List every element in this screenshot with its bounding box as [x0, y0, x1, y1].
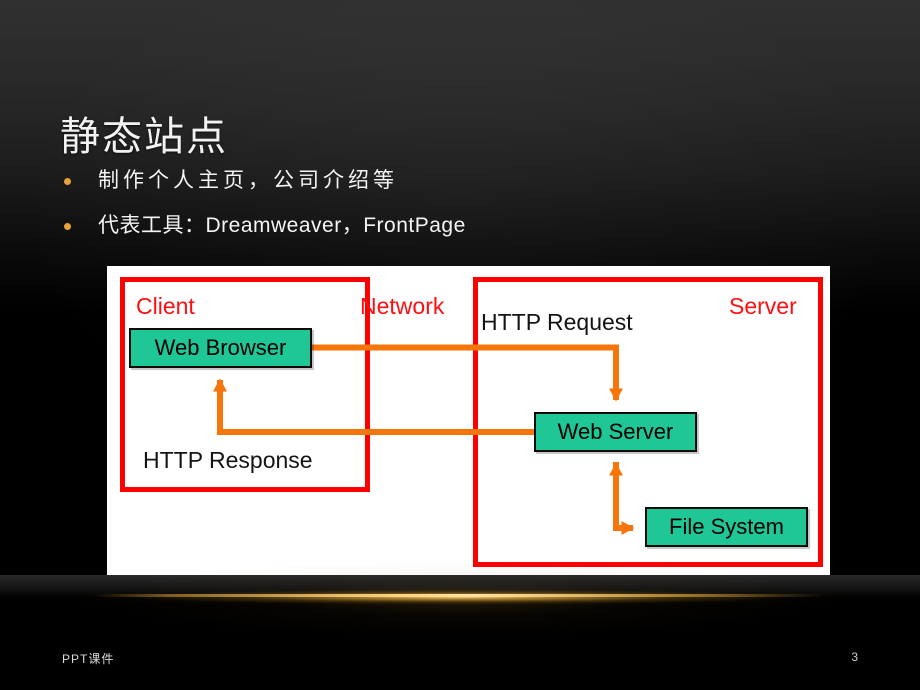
presentation-slide: 静态站点 制作个人主页，公司介绍等 代表工具：Dreamweaver，Front…	[0, 0, 920, 690]
zone-label-client: Client	[136, 293, 195, 319]
accent-glow-line	[0, 588, 920, 606]
node-web-browser: Web Browser	[129, 328, 312, 368]
bullet-dot-icon	[64, 223, 71, 230]
node-file-system-label: File System	[669, 514, 784, 539]
flow-label-http-response: HTTP Response	[143, 447, 313, 473]
accent-glow-core	[95, 594, 825, 597]
bullet-text-1: 制作个人主页，公司介绍等	[98, 169, 398, 192]
node-web-server: Web Server	[534, 412, 697, 452]
architecture-diagram: Client Network Server HTTP Request HTTP …	[107, 266, 830, 575]
flow-label-http-request: HTTP Request	[481, 309, 633, 335]
bullet-item-1: 制作个人主页，公司介绍等	[64, 166, 844, 211]
panel-shadow-strip	[0, 575, 920, 597]
slide-page-number: 3	[851, 650, 858, 664]
node-file-system: File System	[645, 507, 808, 547]
slide-title: 静态站点	[60, 114, 228, 159]
bullet-list: 制作个人主页，公司介绍等 代表工具：Dreamweaver，FrontPage	[64, 166, 844, 256]
node-web-browser-label: Web Browser	[154, 335, 287, 360]
zone-label-network: Network	[360, 293, 445, 319]
bullet-dot-icon	[64, 178, 71, 185]
node-web-server-label: Web Server	[557, 419, 674, 444]
zone-label-server: Server	[729, 293, 797, 319]
footer-label: PPT课件	[62, 652, 115, 666]
bullet-item-2: 代表工具：Dreamweaver，FrontPage	[64, 211, 844, 256]
bullet-text-2: 代表工具：Dreamweaver，FrontPage	[98, 214, 466, 237]
